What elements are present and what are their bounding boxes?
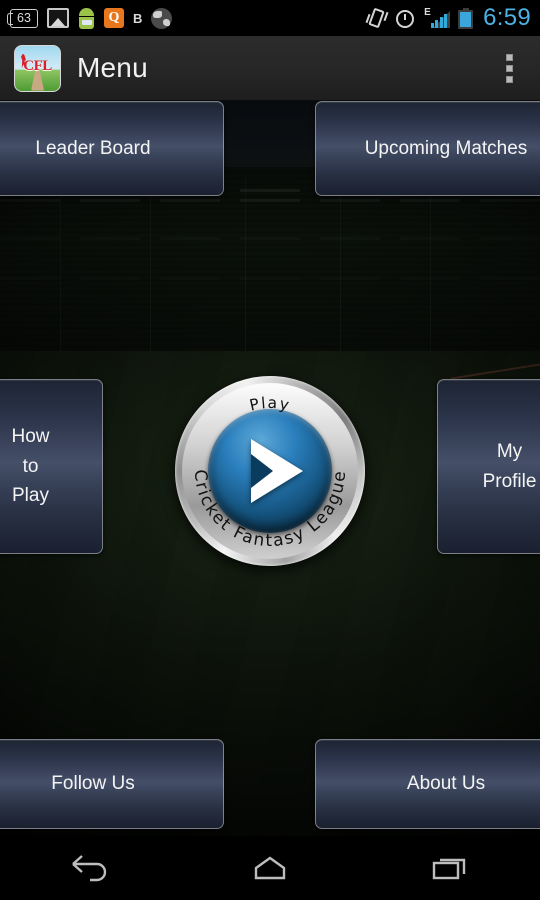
overflow-menu-icon[interactable] [486, 36, 532, 101]
android-system-icon [78, 7, 95, 29]
quickoffice-icon: Q [104, 8, 124, 28]
leader-board-button[interactable]: Leader Board [0, 101, 224, 196]
status-bar-clock: 6:59 [483, 4, 531, 31]
how-to-play-button[interactable]: How to Play [0, 379, 103, 554]
cfl-app-icon[interactable]: CFL [14, 44, 61, 92]
my-profile-line-2: Profile [482, 470, 537, 492]
home-button[interactable] [215, 836, 325, 900]
status-bar-notifications: 63 Q B [0, 7, 367, 29]
notification-count-icon: 63 [7, 8, 38, 28]
follow-us-label: Follow Us [51, 773, 135, 795]
back-icon [72, 855, 107, 882]
action-bar: CFL Menu [0, 36, 540, 101]
stadium-stands [0, 167, 540, 367]
play-ring-bottom-text: Cricket Fantasy League [190, 469, 351, 551]
my-profile-label: My Profile [483, 437, 537, 496]
how-to-play-line-1: How [11, 426, 50, 448]
how-to-play-line-2: to [22, 455, 39, 477]
my-profile-line-1: My [496, 441, 523, 463]
upcoming-matches-button[interactable]: Upcoming Matches [315, 101, 540, 196]
upcoming-matches-label: Upcoming Matches [364, 137, 528, 159]
bluetooth-tether-icon: B [133, 10, 143, 26]
browser-icon [151, 7, 173, 29]
battery-icon [458, 7, 474, 29]
home-icon [254, 856, 286, 880]
play-ring-top-text: Play [248, 394, 292, 415]
my-profile-button[interactable]: My Profile [437, 379, 540, 554]
status-bar-system: E 6:59 [365, 4, 540, 32]
leader-board-label: Leader Board [35, 137, 151, 159]
recent-apps-button[interactable] [395, 836, 505, 900]
gallery-icon [47, 8, 69, 28]
recent-apps-icon [432, 858, 466, 880]
about-us-label: About Us [406, 773, 486, 795]
app-icon-label: CFL [23, 57, 52, 74]
page-title: Menu [77, 52, 148, 83]
how-to-play-label: How to Play [11, 422, 49, 510]
back-button[interactable] [35, 836, 145, 900]
play-button-ring-text: Play Cricket Fantasy League [190, 394, 351, 551]
about-us-button[interactable]: About Us [315, 739, 540, 829]
vibrate-mode-icon [365, 7, 389, 29]
how-to-play-line-3: Play [12, 485, 49, 507]
menu-stage: Leader Board Upcoming Matches How to Pla… [0, 101, 540, 836]
signal-icon: E [424, 7, 451, 29]
app-screen: 63 Q B E 6:59 CFL Menu Leader Board Upco… [0, 0, 540, 900]
status-bar: 63 Q B E 6:59 [0, 0, 540, 36]
alarm-icon [395, 8, 416, 29]
system-navigation-bar [0, 836, 540, 900]
follow-us-button[interactable]: Follow Us [0, 739, 224, 829]
play-button[interactable]: Play Cricket Fantasy League [175, 376, 365, 566]
